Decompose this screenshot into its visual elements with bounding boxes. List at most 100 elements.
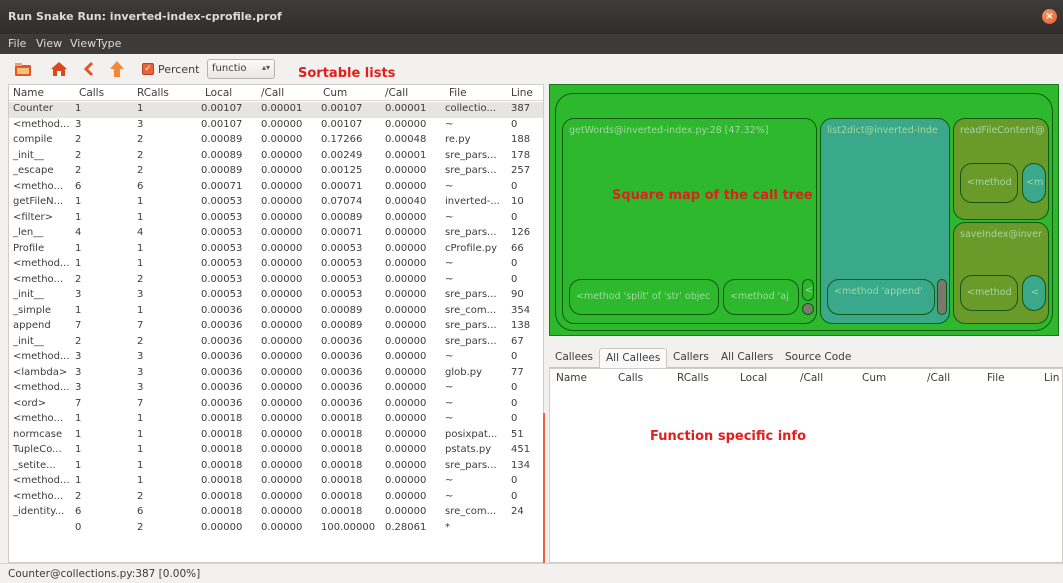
map-method-append[interactable]: <method 'append' [827, 279, 935, 315]
table-cell: 0.00018 [201, 428, 243, 440]
table-cell: 0.00000 [385, 289, 427, 300]
table-cell: 0.00018 [321, 490, 363, 502]
table-row[interactable]: Profile 1 1 0.00053 0.00000 0.00053 0.00000 cPr… [9, 242, 543, 258]
table-row[interactable]: <method... 3 3 0.00036 0.00000 0.00036 0.00000… [9, 350, 543, 366]
table-row[interactable]: _setite... 1 1 0.00018 0.00000 0.00018 0.00000… [9, 459, 543, 475]
open-file-icon[interactable] [12, 58, 34, 80]
percent-checkbox[interactable]: ✓ [142, 63, 154, 75]
table-row[interactable]: <metho... 1 1 0.00018 0.00000 0.00018 0.00000 ~… [9, 412, 543, 428]
home-icon[interactable] [48, 58, 70, 80]
table-row[interactable]: <method... 3 3 0.00036 0.00000 0.00036 0.00000… [9, 381, 543, 397]
square-map[interactable]: getWords@inverted-index.py:28 [47.32%] <… [549, 84, 1059, 336]
function-list[interactable]: Name Calls RCalls Local/Call Cum/Call File Lin… [8, 84, 544, 563]
map-getwords-label: getWords@inverted-index.py:28 [47.32%] [569, 125, 769, 136]
map-method-split[interactable]: <method 'split' of 'str' objec [569, 279, 719, 315]
table-cell: 0.00000 [385, 428, 427, 440]
table-row[interactable]: <filter> 1 1 0.00053 0.00000 0.00089 0.00000 ~0 [9, 211, 543, 227]
table-row[interactable]: <metho... 2 2 0.00053 0.00000 0.00053 0.00000 ~… [9, 273, 543, 289]
table-row[interactable]: <method... 1 1 0.00053 0.00000 0.00053 0.00000… [9, 257, 543, 273]
table-cell: Profile [13, 242, 45, 254]
map-list2dict[interactable]: list2dict@inverted-inde <method 'append' [820, 118, 950, 324]
menu-view[interactable]: View [36, 37, 62, 50]
detail-tabs: Callees All Callees Callers All Callers … [549, 346, 1063, 368]
tab-all-callees[interactable]: All Callees [599, 348, 668, 368]
list-col-header[interactable]: Name [13, 87, 44, 99]
table-row[interactable]: getFileN... 1 1 0.00053 0.00000 0.07074 0.0004… [9, 195, 543, 211]
table-row[interactable]: TupleCo... 1 1 0.00018 0.00000 0.00018 0.00000… [9, 443, 543, 459]
table-row[interactable]: _init__ 3 3 0.00053 0.00000 0.00053 0.00000 sre… [9, 288, 543, 304]
up-icon[interactable] [106, 58, 128, 80]
map-method-b[interactable]: <method [960, 275, 1018, 311]
table-cell: 1 [137, 242, 144, 254]
table-cell: 0.28061 [385, 521, 427, 533]
list-col-header[interactable]: Line [511, 87, 533, 99]
table-row[interactable]: _simple 1 1 0.00036 0.00000 0.00089 0.00000 sre… [9, 304, 543, 320]
view-type-select[interactable]: functio ▴▾ [207, 59, 275, 79]
detail-table[interactable]: Name Calls RCalls Local /Call Cum /Call … [549, 368, 1063, 563]
table-row[interactable]: compile 2 2 0.00089 0.00000 0.17266 0.00048 re.… [9, 133, 543, 149]
back-icon[interactable] [78, 58, 100, 80]
map-method-c[interactable]: < [1022, 275, 1046, 311]
close-icon[interactable]: × [1042, 9, 1057, 24]
table-cell: 0.00000 [385, 351, 427, 362]
table-cell: 0.00018 [201, 490, 243, 502]
list-col-header[interactable]: /Call [385, 87, 408, 99]
table-row[interactable]: <method... 1 1 0.00018 0.00000 0.00018 0.00000… [9, 474, 543, 490]
table-row[interactable]: append 7 7 0.00036 0.00000 0.00089 0.00000 sre_… [9, 319, 543, 335]
table-cell: * [445, 521, 450, 533]
table-row[interactable]: _escape 2 2 0.00089 0.00000 0.00125 0.00000 sre… [9, 164, 543, 180]
tab-callees[interactable]: Callees [549, 348, 599, 368]
table-row[interactable]: _identity... 6 6 0.00018 0.00000 0.00018 0.000… [9, 505, 543, 521]
table-row[interactable]: _init__ 2 2 0.00089 0.00000 0.00249 0.00001 sre… [9, 149, 543, 165]
scroll-indicator[interactable] [543, 413, 545, 563]
table-row[interactable]: <metho... 6 6 0.00071 0.00000 0.00071 0.00000 ~… [9, 180, 543, 196]
table-cell: 0.00000 [261, 413, 303, 424]
detail-col-local: Local [740, 372, 768, 384]
table-cell: 6 [137, 180, 144, 192]
title-bar: Run Snake Run: inverted-index-cprofile.p… [0, 0, 1063, 34]
table-cell: _init__ [13, 289, 44, 300]
table-cell: cProfile.py [445, 242, 498, 254]
map-getwords[interactable]: getWords@inverted-index.py:28 [47.32%] <… [562, 118, 817, 324]
window-title: Run Snake Run: inverted-index-cprofile.p… [8, 10, 282, 23]
table-cell: 0.00000 [385, 227, 427, 238]
table-row[interactable]: Counter 1 1 0.00107 0.00001 0.00107 0.00001 col… [9, 102, 543, 118]
table-cell: 3 [137, 382, 144, 393]
table-cell: 1 [137, 475, 144, 486]
list-col-header[interactable]: Local [205, 87, 232, 99]
list-col-header[interactable]: Calls [79, 87, 104, 99]
table-row[interactable]: 0 2 0.00000 0.00000 100.00000 0.28061 * [9, 521, 543, 537]
map-method-aj[interactable]: <method 'aj [723, 279, 799, 315]
map-readfile[interactable]: readFileContent@ <method <m [953, 118, 1049, 220]
tab-all-callers[interactable]: All Callers [715, 348, 779, 368]
list-col-header[interactable]: RCalls [137, 87, 169, 99]
table-row[interactable]: normcase 1 1 0.00018 0.00000 0.00018 0.00000 po… [9, 428, 543, 444]
table-row[interactable]: _len__ 4 4 0.00053 0.00000 0.00071 0.00000 sre_… [9, 226, 543, 242]
map-method-m[interactable]: <m [1022, 163, 1046, 203]
table-cell: 100.00000 [321, 521, 376, 533]
tab-source-code[interactable]: Source Code [779, 348, 857, 368]
table-row[interactable]: <ord> 7 7 0.00036 0.00000 0.00036 0.00000 ~0 [9, 397, 543, 413]
menu-file[interactable]: File [8, 37, 26, 50]
table-cell: ~ [445, 211, 454, 223]
table-row[interactable]: <lambda> 3 3 0.00036 0.00000 0.00036 0.00000 gl… [9, 366, 543, 382]
map-method-dot[interactable]: < [802, 279, 814, 301]
table-cell: 188 [511, 134, 531, 145]
table-cell: 3 [137, 351, 144, 362]
list-col-header[interactable]: File [449, 87, 467, 99]
map-root[interactable]: getWords@inverted-index.py:28 [47.32%] <… [555, 93, 1053, 331]
map-method-a[interactable]: <method [960, 163, 1018, 203]
table-row[interactable]: <metho... 2 2 0.00018 0.00000 0.00018 0.00000 ~… [9, 490, 543, 506]
menu-viewtype[interactable]: ViewType [70, 37, 121, 50]
table-row[interactable]: <method... 3 3 0.00107 0.00000 0.00107 0.00000… [9, 118, 543, 134]
table-cell: <metho... [13, 273, 64, 285]
map-saveindex[interactable]: saveIndex@inver <method < [953, 222, 1049, 324]
list-col-header[interactable]: /Call [261, 87, 284, 99]
map-small-grey-2[interactable] [937, 279, 947, 315]
list-col-header[interactable]: Cum [323, 87, 347, 99]
table-cell: 0.00000 [385, 490, 427, 502]
table-row[interactable]: _init__ 2 2 0.00036 0.00000 0.00036 0.00000 sre… [9, 335, 543, 351]
map-small-grey[interactable] [802, 303, 814, 315]
tab-callers[interactable]: Callers [667, 348, 715, 368]
table-cell: sre_pars... [445, 335, 497, 347]
